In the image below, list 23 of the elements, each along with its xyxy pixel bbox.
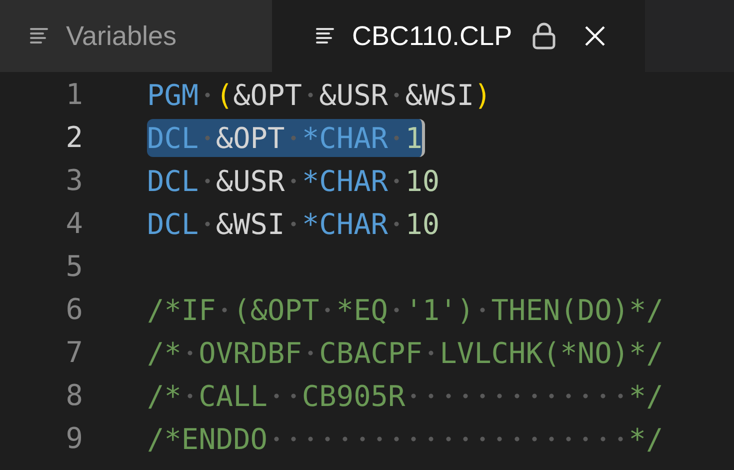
close-icon[interactable]	[584, 25, 606, 47]
tab-label: Variables	[66, 20, 177, 53]
line-number: 9	[64, 420, 83, 458]
line-number: 8	[64, 377, 83, 414]
line-number: 4	[64, 205, 83, 242]
editor-tab[interactable]: CBC110.CLP	[272, 0, 645, 72]
lines-icon	[30, 28, 50, 44]
code-line: /* CALL CB905R */	[147, 376, 664, 414]
code-line: DCL &WSI *CHAR 10	[147, 204, 440, 242]
code-line: DCL &USR *CHAR 10	[147, 162, 440, 200]
line-number: 3	[64, 162, 83, 200]
tab-label: CBC110.CLP	[352, 20, 512, 53]
lines-icon	[316, 28, 336, 44]
line-number: 5	[64, 248, 83, 286]
line-number: 2	[64, 119, 83, 156]
editor-tab[interactable]: Variables	[0, 0, 272, 72]
code-line: /*IF (&OPT *EQ '1') THEN(DO)*/	[147, 290, 664, 328]
code-line: /* OVRDBF CBACPF LVLCHK(*NO)*/	[147, 334, 664, 372]
line-number: 1	[64, 76, 83, 114]
code-line: /*ENDDO */	[147, 420, 664, 458]
line-number: 7	[64, 334, 83, 372]
line-number: 6	[64, 291, 83, 328]
code-line: PGM (&OPT &USR &WSI)	[147, 76, 492, 114]
